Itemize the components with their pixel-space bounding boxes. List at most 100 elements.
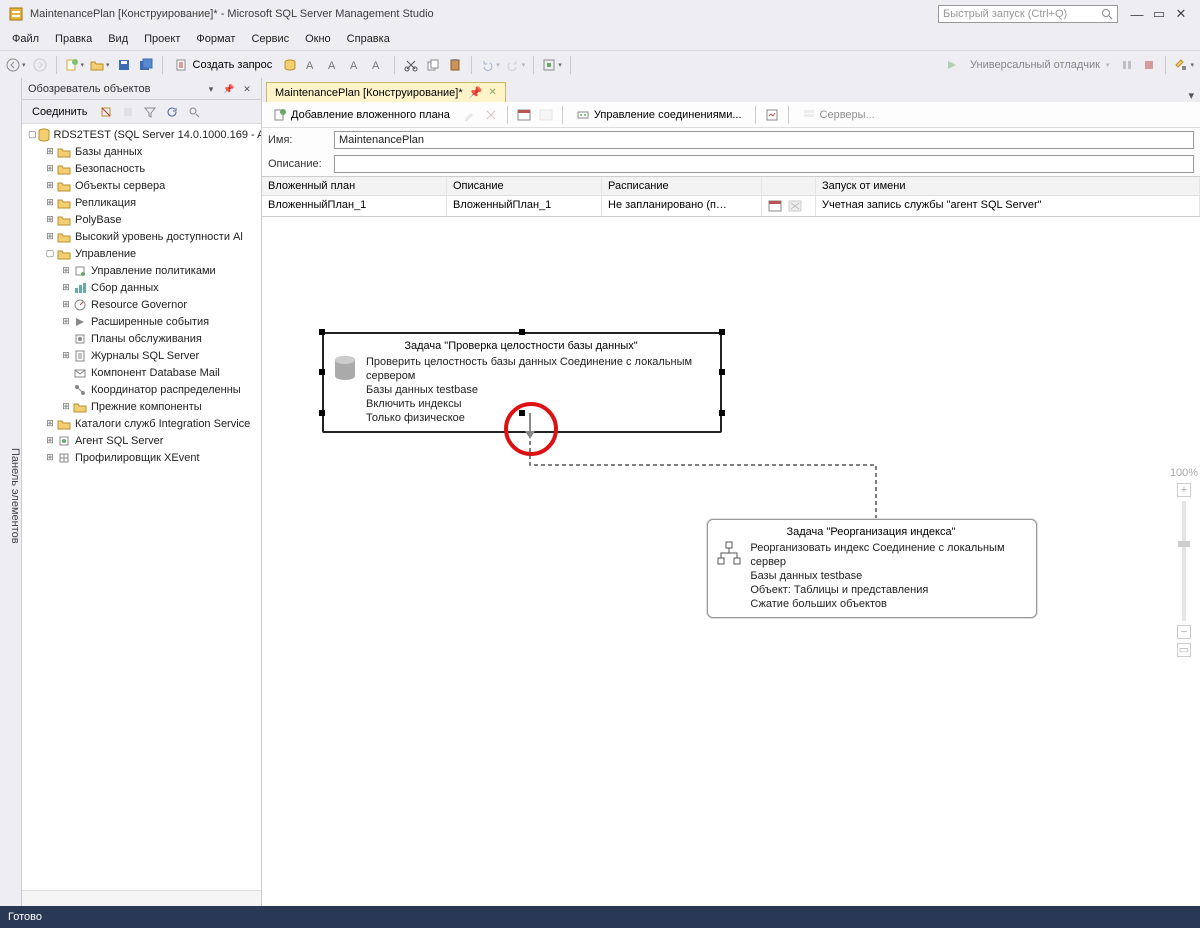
panel-close-button[interactable]: ✕ (239, 82, 255, 96)
menu-view[interactable]: Вид (100, 31, 136, 47)
designer-canvas[interactable]: Задача "Проверка целостности базы данных… (262, 217, 1200, 906)
tabstrip-dropdown[interactable]: ▾ (1182, 89, 1200, 102)
tree-legacy[interactable]: ⊞Прежние компоненты (24, 398, 261, 415)
minimize-button[interactable]: — (1126, 7, 1148, 22)
zoom-in-button[interactable]: + (1177, 483, 1191, 497)
menu-help[interactable]: Справка (339, 31, 398, 47)
debug-stop-button[interactable] (1139, 54, 1159, 76)
plan-desc-input[interactable] (334, 155, 1194, 173)
tree-ssis-catalogs[interactable]: ⊞Каталоги служб Integration Service (24, 415, 261, 432)
schedule-remove-icon[interactable] (788, 199, 804, 213)
tree-xevent-profiler[interactable]: ⊞Профилировщик XEvent (24, 449, 261, 466)
zoom-thumb[interactable] (1178, 541, 1190, 547)
tree-maintenance-plans[interactable]: Планы обслуживания (24, 330, 261, 347)
resize-handle[interactable] (519, 329, 525, 335)
col-schedule[interactable]: Расписание (602, 177, 762, 195)
cut-button[interactable] (401, 54, 421, 76)
remove-schedule-icon[interactable] (536, 104, 556, 126)
tree-database-mail[interactable]: Компонент Database Mail (24, 364, 261, 381)
dax-query-icon[interactable]: A (368, 54, 388, 76)
cell-schedule[interactable]: Не запланировано (п… (602, 196, 762, 216)
subplans-grid[interactable]: Вложенный план Описание Расписание Запус… (262, 176, 1200, 217)
stop-icon[interactable] (118, 101, 138, 123)
tree-dtc[interactable]: Координатор распределенны (24, 381, 261, 398)
tree-management[interactable]: ▢Управление (24, 245, 261, 262)
tree-extended-events[interactable]: ⊞Расширенные события (24, 313, 261, 330)
debug-pause-button[interactable] (1117, 54, 1137, 76)
panel-dropdown-button[interactable]: ▾ (203, 82, 219, 96)
nav-fwd-button[interactable] (30, 54, 50, 76)
connector-path[interactable] (528, 439, 888, 529)
refresh-icon[interactable] (162, 101, 182, 123)
toolbox-button[interactable] (1172, 54, 1196, 76)
disconnect-icon[interactable] (96, 101, 116, 123)
cell-subplan[interactable]: ВложенныйПлан_1 (262, 196, 447, 216)
dmx-query-icon[interactable]: A (324, 54, 344, 76)
menu-file[interactable]: Файл (4, 31, 47, 47)
explorer-hscrollbar[interactable] (22, 890, 261, 906)
object-tree[interactable]: ▢RDS2TEST (SQL Server 14.0.1000.169 - A … (22, 124, 261, 890)
solution-config-button[interactable] (540, 54, 564, 76)
tab-close-icon[interactable]: ✕ (488, 87, 496, 98)
resize-handle[interactable] (719, 369, 725, 375)
add-subplan-button[interactable]: Добавление вложенного плана (266, 104, 457, 126)
close-button[interactable]: ✕ (1170, 6, 1192, 22)
tree-polybase[interactable]: ⊞PolyBase (24, 211, 261, 228)
paste-button[interactable] (445, 54, 465, 76)
cell-description[interactable]: ВложенныйПлан_1 (447, 196, 602, 216)
maximize-button[interactable]: ▭ (1148, 6, 1170, 22)
toolbox-panel-tab[interactable]: Панель элементов (0, 78, 22, 906)
tree-server-objects[interactable]: ⊞Объекты сервера (24, 177, 261, 194)
manage-connections-button[interactable]: Управление соединениями... (569, 104, 749, 126)
save-all-button[interactable] (136, 54, 156, 76)
mdx-query-icon[interactable]: A (302, 54, 322, 76)
tree-data-collection[interactable]: ⊞Сбор данных (24, 279, 261, 296)
grid-row[interactable]: ВложенныйПлан_1 ВложенныйПлан_1 Не запла… (262, 196, 1200, 216)
panel-pin-button[interactable]: 📌 (221, 82, 237, 96)
copy-button[interactable] (423, 54, 443, 76)
tree-resource-governor[interactable]: ⊞Resource Governor (24, 296, 261, 313)
new-item-button[interactable] (63, 54, 87, 76)
resize-handle[interactable] (719, 329, 725, 335)
zoom-out-button[interactable]: − (1177, 625, 1191, 639)
tree-policy-mgmt[interactable]: ⊞Управление политиками (24, 262, 261, 279)
document-tab[interactable]: MaintenancePlan [Конструирование]* 📌 ✕ (266, 82, 506, 102)
servers-button[interactable]: Серверы... (795, 104, 882, 126)
xmla-query-icon[interactable]: A (346, 54, 366, 76)
redo-button[interactable] (504, 54, 528, 76)
resize-handle[interactable] (319, 329, 325, 335)
new-query-button[interactable]: Создать запрос (169, 54, 279, 76)
cell-runas[interactable]: Учетная запись службы "агент SQL Server" (816, 196, 1200, 216)
menu-window[interactable]: Окно (297, 31, 339, 47)
zoom-control[interactable]: 100% + − ▭ (1172, 467, 1196, 657)
delete-subplan-icon[interactable] (481, 104, 501, 126)
quick-launch-input[interactable]: Быстрый запуск (Ctrl+Q) (938, 5, 1118, 23)
save-button[interactable] (114, 54, 134, 76)
tree-databases[interactable]: ⊞Базы данных (24, 143, 261, 160)
resize-handle[interactable] (719, 410, 725, 416)
schedule-edit-icon[interactable] (768, 199, 784, 213)
universal-debugger-button[interactable]: Универсальный отладчик (964, 54, 1115, 76)
resize-handle[interactable] (319, 369, 325, 375)
tree-security[interactable]: ⊞Безопасность (24, 160, 261, 177)
filter-icon[interactable] (140, 101, 160, 123)
open-button[interactable] (88, 54, 112, 76)
connect-button[interactable]: Соединить (26, 101, 94, 123)
tree-sql-agent[interactable]: ⊞Агент SQL Server (24, 432, 261, 449)
reporting-icon[interactable] (762, 104, 782, 126)
menu-edit[interactable]: Правка (47, 31, 100, 47)
menu-tools[interactable]: Сервис (243, 31, 297, 47)
edit-subplan-icon[interactable] (459, 104, 479, 126)
tree-high-availability[interactable]: ⊞Высокий уровень доступности Al (24, 228, 261, 245)
undo-button[interactable] (478, 54, 502, 76)
task-reorganize-index[interactable]: Задача "Реорганизация индекса" Реорганиз… (707, 519, 1037, 618)
nav-back-button[interactable] (4, 54, 28, 76)
plan-name-input[interactable] (334, 131, 1194, 149)
col-description[interactable]: Описание (447, 177, 602, 195)
menu-project[interactable]: Проект (136, 31, 188, 47)
col-runas[interactable]: Запуск от имени (816, 177, 1200, 195)
db-engine-query-icon[interactable] (280, 54, 300, 76)
zoom-track[interactable] (1182, 501, 1186, 621)
menu-format[interactable]: Формат (188, 31, 243, 47)
tree-sql-server-logs[interactable]: ⊞Журналы SQL Server (24, 347, 261, 364)
